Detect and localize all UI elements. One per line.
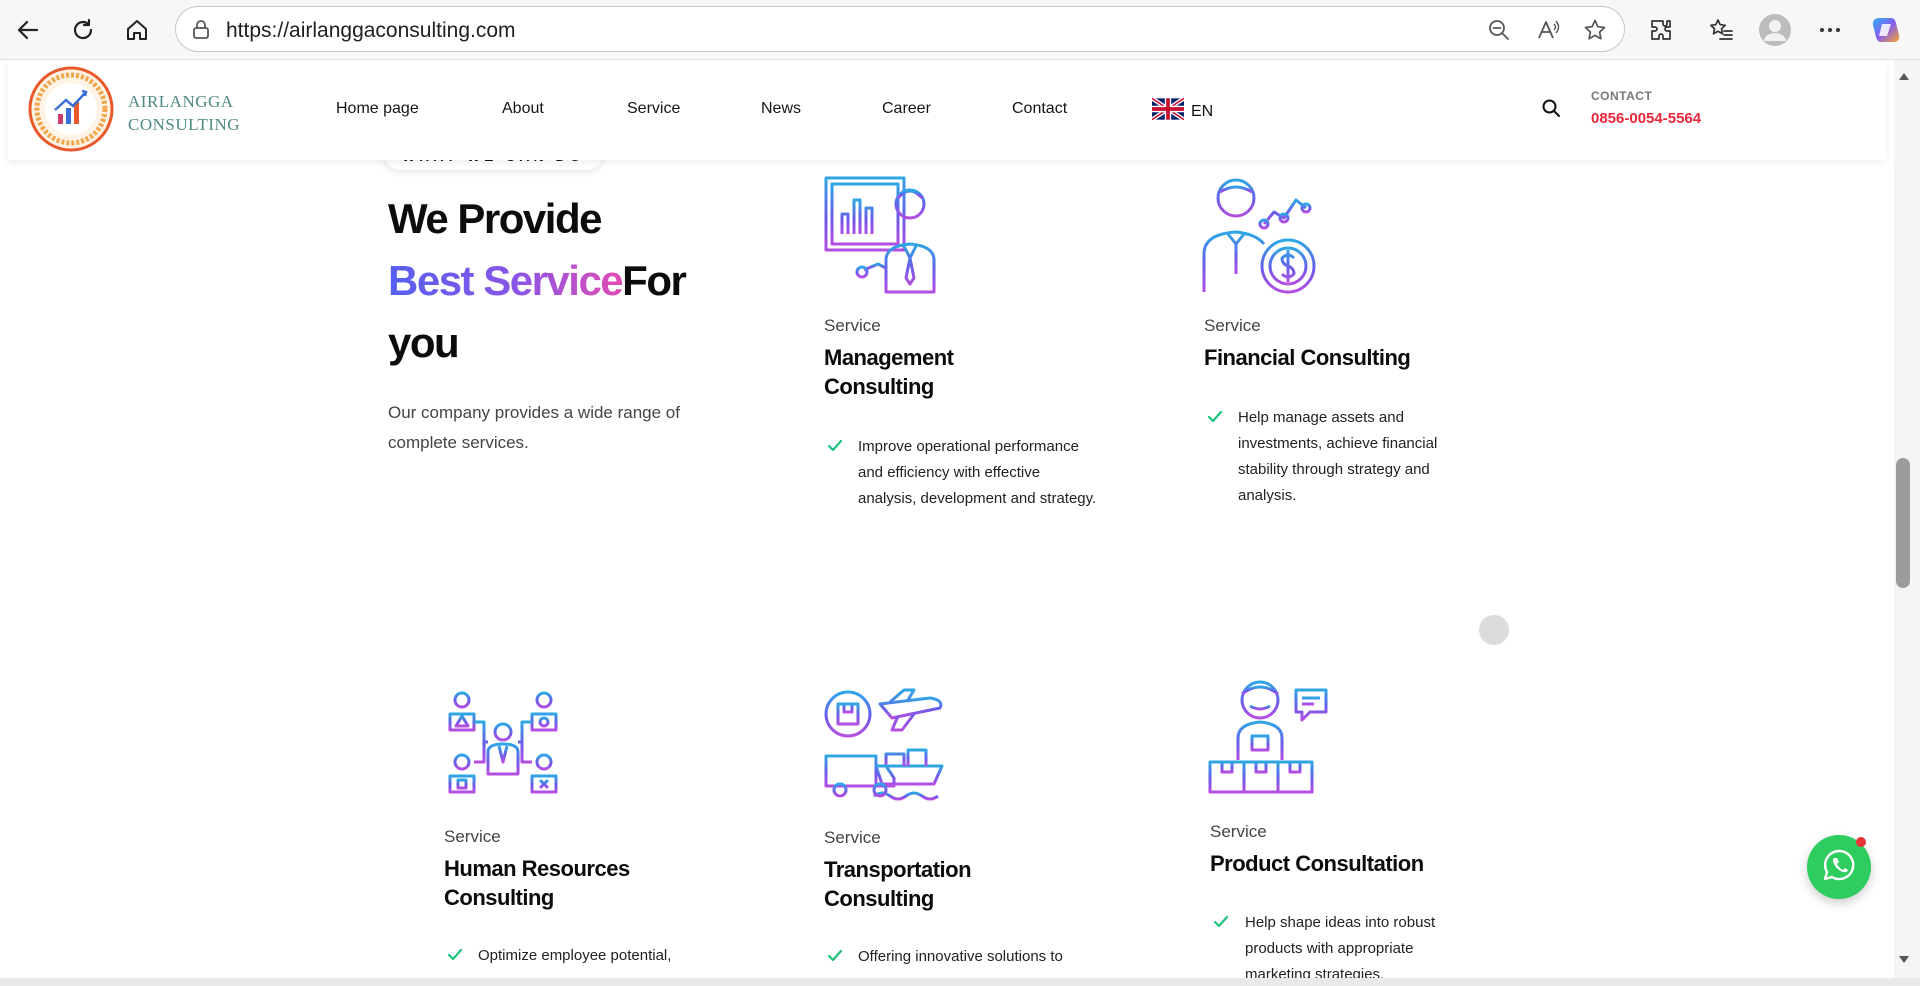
headline-line2: Best ServiceFor (388, 250, 687, 312)
zoom-out-icon[interactable] (1486, 17, 1512, 43)
scroll-down-icon[interactable] (1897, 954, 1911, 966)
browser-toolbar: https://airlanggaconsulting.com (0, 0, 1920, 60)
extensions-icon[interactable] (1643, 12, 1679, 48)
service-title-financial[interactable]: Financial Consulting (1204, 343, 1411, 372)
service-title-management[interactable]: Management Consulting (824, 343, 954, 401)
headline-line3: you (388, 319, 460, 366)
logistics-icon (824, 684, 944, 804)
service-kicker: Service (824, 828, 881, 847)
service-desc: Improve operational performance and effi… (858, 438, 1097, 507)
company-name[interactable]: AIRLANGGA CONSULTING (128, 90, 240, 136)
refresh-icon[interactable] (65, 12, 101, 48)
service-title-hr[interactable]: Human Resources Consulting (444, 854, 630, 912)
read-aloud-icon[interactable] (1535, 17, 1561, 43)
search-icon[interactable] (1541, 98, 1561, 123)
site-info-icon[interactable] (190, 19, 212, 46)
more-options-icon[interactable] (1812, 12, 1848, 48)
company-name-line2: CONSULTING (128, 115, 241, 134)
site-header: AIRLANGGA CONSULTING Home page About Ser… (8, 60, 1886, 160)
back-icon[interactable] (10, 12, 46, 48)
company-name-line1: AIRLANGGA (128, 92, 234, 111)
service-title-line2: Consulting (824, 886, 934, 911)
contact-label: CONTACT (1591, 89, 1653, 103)
check-icon (827, 439, 843, 453)
service-title-line1: Transportation (824, 857, 972, 882)
service-title-line1: Financial Consulting (1204, 345, 1411, 370)
check-icon (447, 948, 463, 962)
uk-flag-icon (1150, 96, 1186, 125)
service-title-transportation[interactable]: Transportation Consulting (824, 855, 972, 913)
check-icon (827, 949, 843, 963)
service-kicker: Service (444, 827, 501, 846)
copilot-icon[interactable] (1868, 12, 1904, 48)
nav-service[interactable]: Service (627, 100, 680, 118)
service-desc: Offering innovative solutions to (858, 948, 1063, 965)
nav-news[interactable]: News (761, 100, 801, 118)
service-desc: Help shape ideas into robust products wi… (1245, 914, 1436, 978)
check-icon (1213, 915, 1229, 929)
service-kicker: Service (824, 316, 881, 335)
nav-about[interactable]: About (502, 100, 544, 118)
service-title-line1: Management (824, 345, 954, 370)
service-title-line1: Product Consultation (1210, 851, 1424, 876)
notification-badge (1856, 837, 1866, 847)
nav-career[interactable]: Career (882, 100, 931, 118)
service-desc: Optimize employee potential, (478, 947, 672, 964)
headline-for: For (622, 257, 687, 304)
check-icon (1207, 410, 1223, 424)
section-headline: We Provide Best ServiceFor you (388, 188, 687, 374)
service-kicker: Service (1204, 316, 1261, 335)
whatsapp-icon (1822, 848, 1856, 887)
service-title-line2: Consulting (444, 885, 554, 910)
service-title-line2: Consulting (824, 374, 934, 399)
company-logo-icon[interactable] (28, 66, 114, 152)
address-bar[interactable]: https://airlanggaconsulting.com (175, 6, 1625, 52)
finance-icon (1202, 174, 1322, 294)
favorites-icon[interactable] (1703, 12, 1739, 48)
org-chart-icon (444, 688, 564, 808)
web-page: AIRLANGGA CONSULTING Home page About Ser… (0, 60, 1894, 978)
contact-phone[interactable]: 0856-0054-5564 (1591, 110, 1701, 127)
favorite-star-icon[interactable] (1582, 17, 1608, 43)
headline-line1: We Provide (388, 195, 602, 242)
horizontal-scrollbar[interactable] (0, 978, 1920, 986)
presentation-icon (824, 174, 944, 294)
headline-highlight: Best Service (388, 257, 624, 304)
language-label: EN (1191, 102, 1214, 120)
scroll-up-icon[interactable] (1897, 70, 1911, 82)
service-kicker: Service (1210, 822, 1267, 841)
section-lead: Our company provides a wide range of com… (388, 403, 680, 452)
service-title-product[interactable]: Product Consultation (1210, 849, 1424, 878)
nav-contact[interactable]: Contact (1012, 100, 1067, 118)
service-desc: Help manage assets and investments, achi… (1238, 409, 1438, 504)
service-title-line1: Human Resources (444, 856, 630, 881)
language-switcher[interactable]: EN (1150, 96, 1214, 125)
home-icon[interactable] (119, 12, 155, 48)
product-icon (1208, 678, 1328, 798)
floating-indicator (1479, 615, 1509, 645)
profile-avatar-icon[interactable] (1757, 12, 1793, 48)
scrollbar-thumb[interactable] (1896, 458, 1910, 588)
nav-home[interactable]: Home page (336, 100, 419, 118)
url-text[interactable]: https://airlanggaconsulting.com (226, 19, 516, 43)
